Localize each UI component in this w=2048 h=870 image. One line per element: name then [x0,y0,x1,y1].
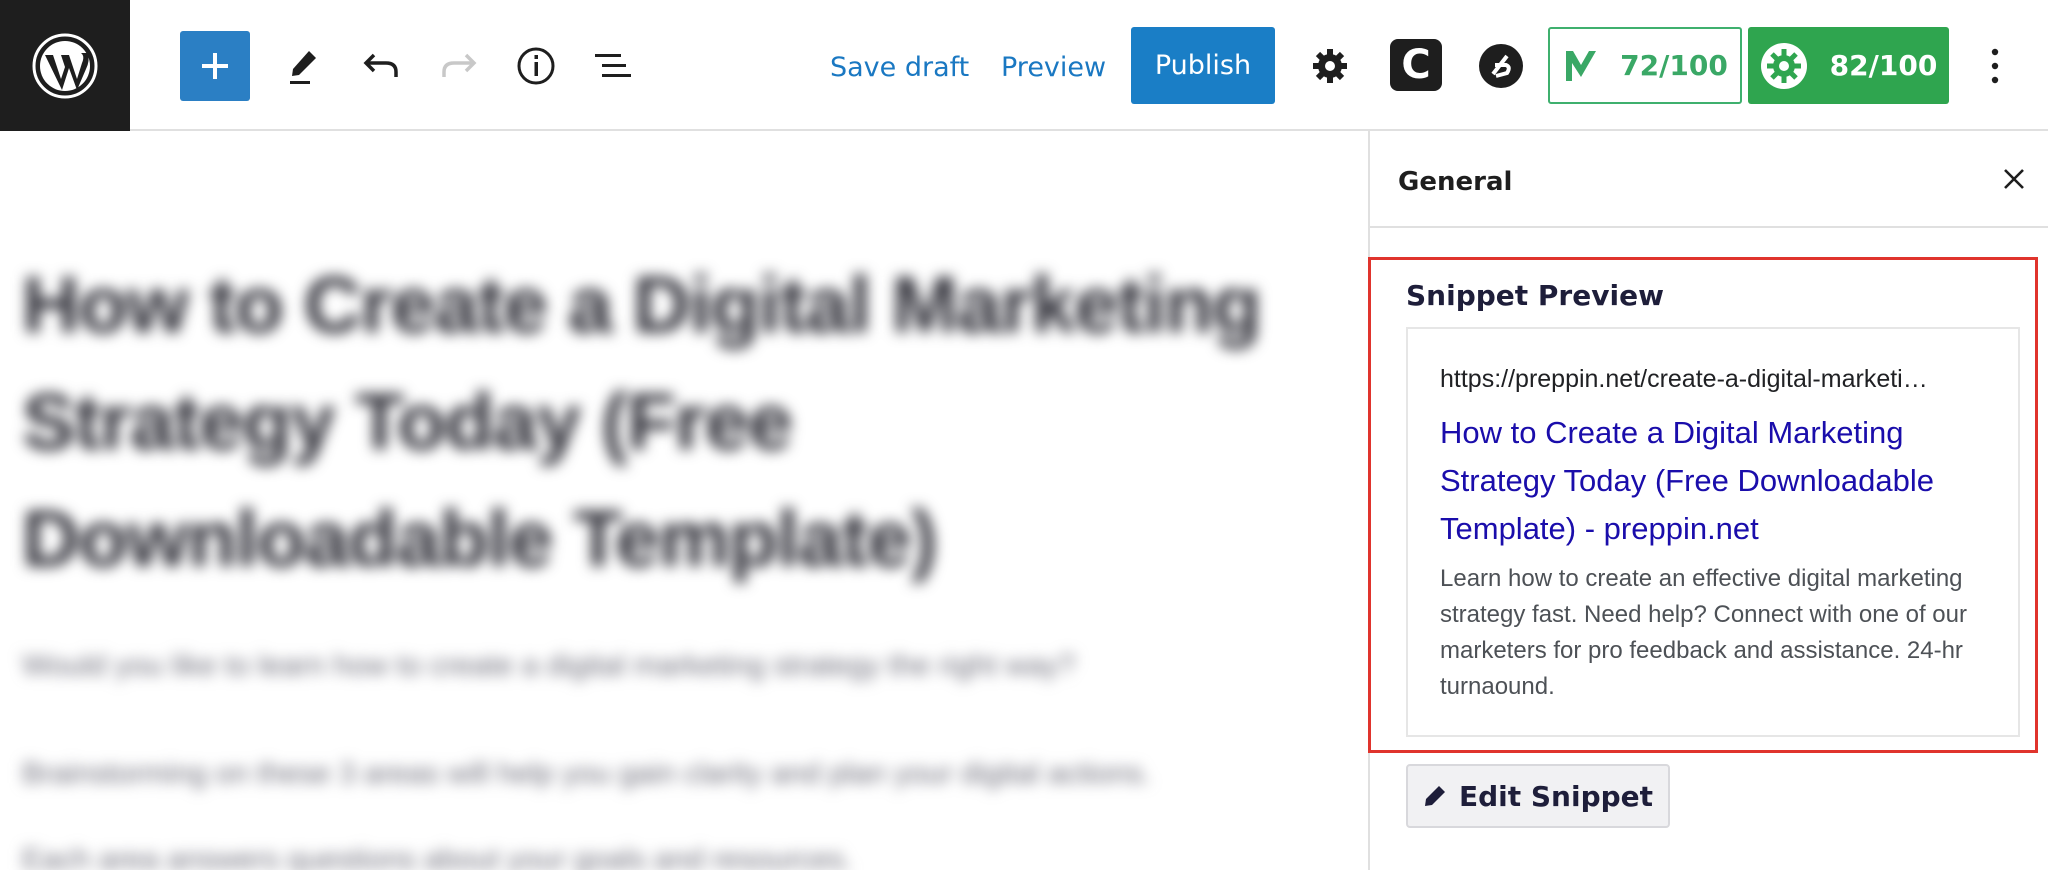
close-sidebar-button[interactable] [1996,161,2032,197]
edit-snippet-label: Edit Snippet [1458,779,1654,813]
redo-icon [442,53,477,77]
undo-icon [363,53,398,77]
snippet-description: Learn how to create an effective digital… [1440,565,1967,700]
post-title[interactable]: How to Create a Digital Marketing Strate… [22,246,1342,597]
content-score-value: 72/100 [1620,49,1728,82]
save-draft-button[interactable]: Save draft [822,40,977,94]
paragraph-block[interactable]: Each area answers questions about your g… [22,843,853,870]
undo-button[interactable] [353,38,409,94]
snippet-preview-heading: Snippet Preview [1406,279,1664,312]
list-view-button[interactable] [585,38,641,94]
list-view-icon [595,54,631,77]
preview-button[interactable]: Preview [993,40,1114,94]
b-badge-icon [1479,44,1523,88]
tools-button[interactable] [275,38,331,94]
sidebar-title: General [1398,167,1513,197]
editor-toolbar: Save draft Preview Publish C 72/100 82/1… [0,0,2048,131]
plus-icon [202,53,228,79]
more-options-button[interactable] [1980,38,2010,94]
snippet-preview-card: https://preppin.net/create-a-digital-mar… [1406,327,2020,737]
content-score-icon [1566,50,1597,81]
snippet-title: How to Create a Digital Marketing Strate… [1440,415,1934,546]
details-button[interactable] [508,38,564,94]
seo-score-button[interactable]: 82/100 [1748,27,1949,104]
pencil-icon [290,51,316,84]
wordpress-logo-icon[interactable] [0,0,130,131]
c-plugin-button[interactable]: C [1390,39,1442,91]
close-icon [2004,169,2024,189]
edit-snippet-button[interactable]: Edit Snippet [1406,764,1670,828]
seo-score-icon [1760,42,1807,89]
settings-sidebar: General Snippet Preview https://preppin.… [1368,131,2048,870]
info-icon [517,47,555,85]
gear-icon [1313,49,1347,83]
paragraph-block[interactable]: Brainstorming on these 3 areas will help… [22,757,1151,791]
content-score-button[interactable]: 72/100 [1548,27,1742,104]
settings-button[interactable] [1302,38,1358,94]
add-block-button[interactable] [180,31,250,101]
editor-canvas[interactable]: How to Create a Digital Marketing Strate… [0,131,1368,870]
b-plugin-button[interactable] [1473,38,1529,94]
redo-button[interactable] [431,38,487,94]
edit-pencil-icon [1424,786,1445,806]
snippet-url: https://preppin.net/create-a-digital-mar… [1440,365,1928,393]
sidebar-header: General [1370,131,2048,228]
seo-score-value: 82/100 [1829,49,1938,82]
more-vertical-icon [1991,48,1999,84]
paragraph-block[interactable]: Would you like to learn how to create a … [22,649,1075,683]
publish-button[interactable]: Publish [1131,27,1275,104]
